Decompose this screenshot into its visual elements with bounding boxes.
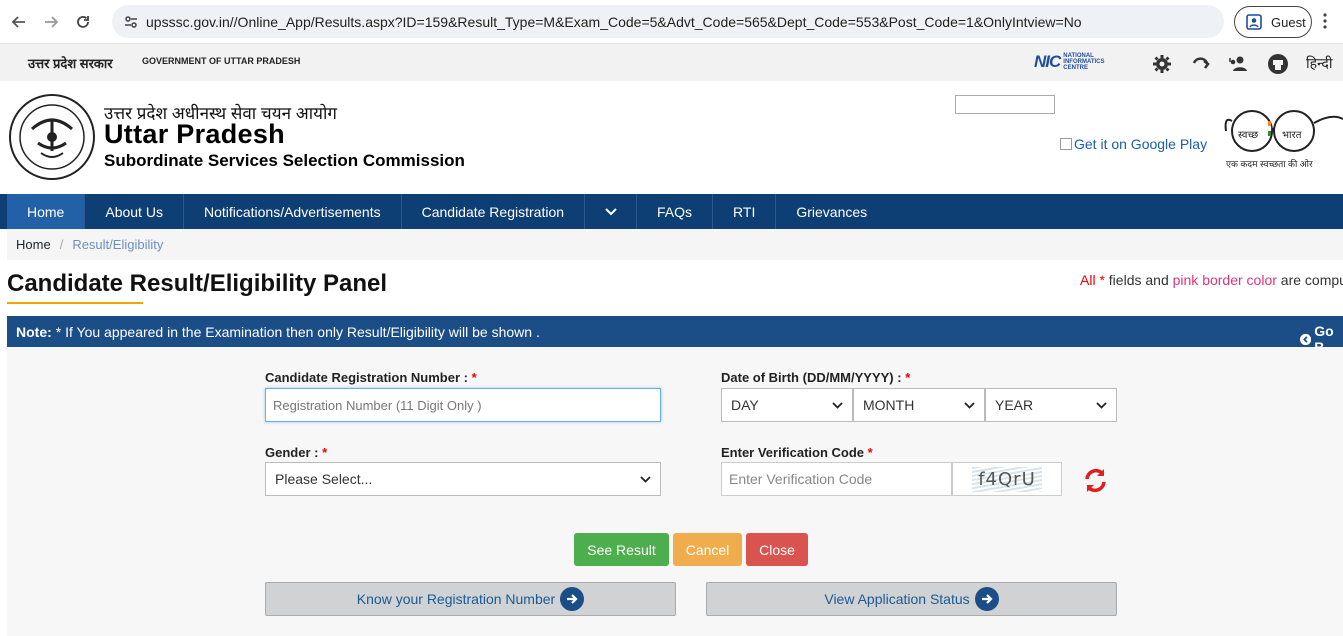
required-fields-note: All * fields and pink border color are c… — [1080, 272, 1343, 288]
swachh-left-text: स्वच्छ — [1238, 130, 1259, 141]
nav-notifications[interactable]: Notifications/Advertisements — [184, 194, 402, 229]
settings-icon[interactable] — [1151, 53, 1173, 75]
dob-month-select[interactable]: MONTH — [853, 388, 985, 422]
breadcrumb-home[interactable]: Home — [16, 237, 51, 252]
accessibility-icon[interactable] — [1267, 53, 1289, 75]
title-underline — [7, 302, 143, 304]
nav-grievances[interactable]: Grievances — [776, 194, 887, 229]
captcha-image: f4QrU — [952, 462, 1062, 496]
nav-home[interactable]: Home — [7, 194, 86, 229]
see-result-button[interactable]: See Result — [574, 533, 669, 566]
dob-label: Date of Birth (DD/MM/YYYY) : * — [721, 370, 911, 385]
view-application-status-button[interactable]: View Application Status — [706, 582, 1117, 616]
site-header: उत्तर प्रदेश अधीनस्थ सेवा चयन आयोग Uttar… — [0, 81, 1343, 194]
google-play-link[interactable]: Get it on Google Play — [1060, 136, 1207, 152]
page-title: Candidate Result/Eligibility Panel — [7, 270, 388, 297]
nav-faqs[interactable]: FAQs — [637, 194, 714, 229]
main-nav: Home About Us Notifications/Advertisemen… — [0, 194, 1343, 229]
chevron-down-icon — [832, 401, 843, 409]
nav-candidate-registration[interactable]: Candidate Registration — [402, 194, 586, 229]
reload-icon[interactable] — [70, 9, 96, 35]
back-icon[interactable] — [6, 9, 32, 35]
site-subtitle: Subordinate Services Selection Commissio… — [104, 151, 465, 170]
chevron-down-icon — [640, 475, 651, 483]
menu-icon[interactable] — [1322, 12, 1328, 33]
url-text: upsssc.gov.in//Online_App/Results.aspx?I… — [146, 13, 1082, 30]
cancel-button[interactable]: Cancel — [673, 533, 742, 566]
arrow-right-circle-icon — [974, 587, 999, 611]
chevron-down-icon — [604, 207, 617, 215]
chevron-down-icon — [964, 401, 975, 409]
swachh-tagline: एक कदम स्वच्छता की ओर — [1226, 159, 1313, 169]
nav-dropdown-toggle[interactable] — [585, 194, 638, 229]
registration-number-input[interactable]: Registration Number (11 Digit Only ) — [265, 388, 661, 422]
site-info-icon[interactable] — [116, 14, 146, 30]
chevron-down-icon — [1096, 401, 1107, 409]
verification-label: Enter Verification Code * — [721, 445, 873, 460]
broken-image-icon — [1060, 138, 1072, 150]
close-button[interactable]: Close — [746, 533, 808, 566]
note-text: * If You appeared in the Examination the… — [55, 323, 540, 340]
address-bar[interactable]: upsssc.gov.in//Online_App/Results.aspx?I… — [112, 5, 1224, 38]
reg-number-label: Candidate Registration Number : * — [265, 370, 477, 385]
breadcrumb: Home / Result/Eligibility — [7, 229, 1343, 260]
nav-rti[interactable]: RTI — [713, 194, 777, 229]
site-title: Uttar Pradesh — [104, 119, 285, 149]
know-registration-number-button[interactable]: Know your Registration Number — [265, 582, 676, 616]
profile-button[interactable]: Guest — [1234, 6, 1312, 38]
gender-label: Gender : * — [265, 445, 328, 460]
refresh-captcha-icon[interactable] — [1082, 467, 1109, 497]
profile-label: Guest — [1271, 14, 1306, 30]
swachh-right-text: भारत — [1282, 130, 1302, 141]
gender-select[interactable]: Please Select... — [265, 462, 661, 496]
sitemap-users-icon[interactable] — [1228, 53, 1250, 75]
breadcrumb-current: Result/Eligibility — [72, 237, 164, 252]
gov-hindi: उत्तर प्रदेश सरकार — [28, 56, 113, 71]
nav-about-us[interactable]: About Us — [85, 194, 184, 229]
skip-to-content-icon[interactable] — [1190, 53, 1212, 75]
profile-icon — [1246, 14, 1262, 30]
swachh-bharat-logo: स्वच्छ भारत एक कदम स्वच्छता की ओर — [1222, 101, 1343, 173]
dob-day-select[interactable]: DAY — [721, 388, 853, 422]
nic-logo[interactable]: NIC NATIONAL INFORMATICS CENTRE — [1034, 52, 1123, 72]
hindi-language-link[interactable]: हिन्दी — [1306, 54, 1332, 73]
dob-year-select[interactable]: YEAR — [985, 388, 1117, 422]
up-emblem-logo[interactable] — [8, 93, 96, 181]
note-bar: Note: * If You appeared in the Examinati… — [7, 316, 1343, 355]
gov-english: GOVERNMENT OF UTTAR PRADESH — [142, 56, 301, 66]
broken-image — [955, 95, 1055, 114]
note-label: Note: — [16, 323, 52, 340]
forward-icon[interactable] — [38, 9, 64, 35]
chevron-left-circle-icon — [1300, 333, 1312, 345]
arrow-right-circle-icon — [560, 587, 585, 611]
breadcrumb-separator: / — [59, 237, 64, 252]
verification-code-input[interactable]: Enter Verification Code — [721, 462, 952, 496]
gov-strip: उत्तर प्रदेश सरकार GOVERNMENT OF UTTAR P… — [0, 44, 1343, 81]
